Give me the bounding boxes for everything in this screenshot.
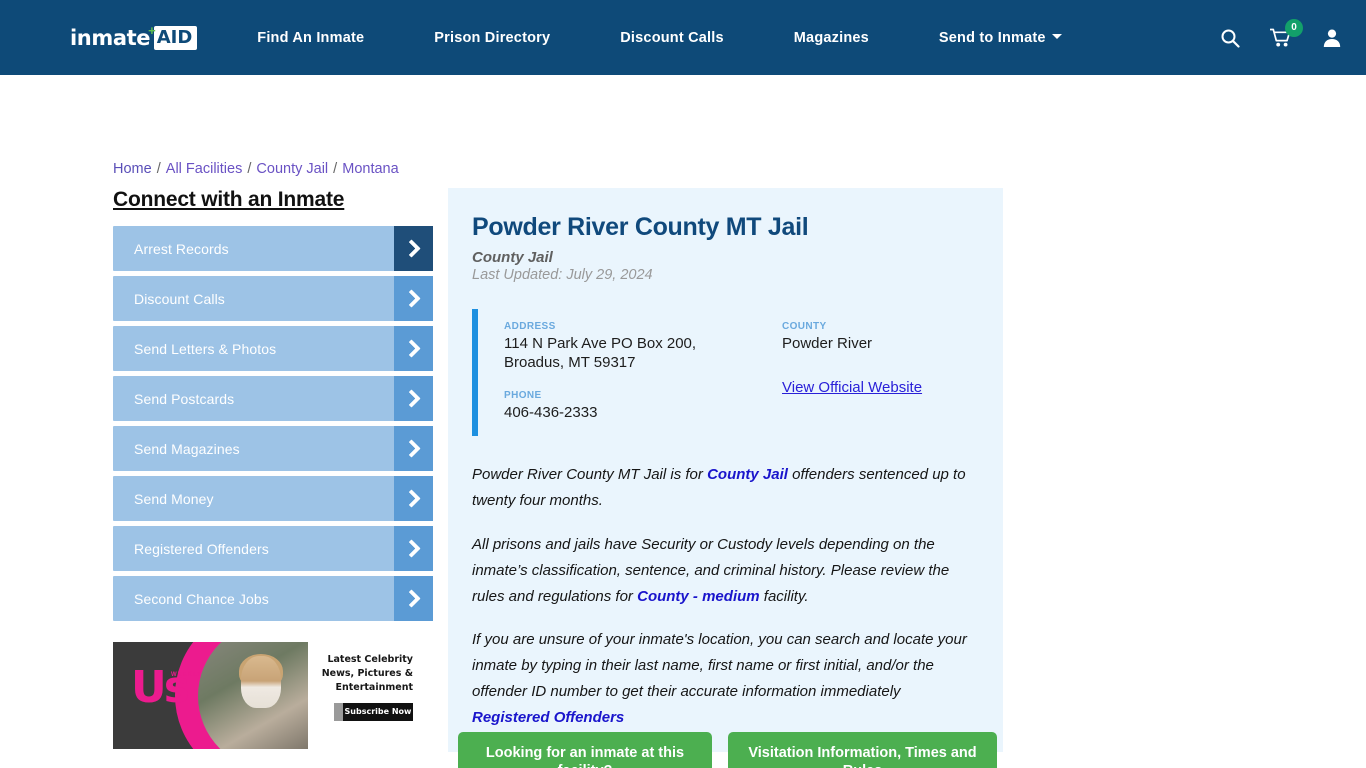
- county-value: Powder River: [782, 334, 873, 352]
- ad-brand-sublabel: WEEKLY: [171, 672, 203, 678]
- sidebar-item-send-letters-photos[interactable]: Send Letters & Photos: [113, 326, 433, 371]
- facility-card: Powder River County MT Jail County Jail …: [448, 188, 1003, 753]
- ad-copy: Latest Celebrity News, Pictures & Entert…: [308, 642, 420, 749]
- nav-label: Prison Directory: [434, 29, 551, 46]
- chevron-right-icon: [394, 226, 433, 271]
- facility-info-wrap: ADDRESS 114 N Park Ave PO Box 200, Broad…: [448, 308, 1003, 437]
- facility-type: County Jail: [472, 248, 553, 266]
- facility-action-buttons: Looking for an inmate at this facility? …: [458, 732, 997, 768]
- phone-label: PHONE: [504, 390, 542, 402]
- logo-aid-badge: AID: [153, 25, 198, 50]
- facility-description: Powder River County MT Jail is for Count…: [448, 462, 1003, 730]
- user-account-icon[interactable]: [1322, 28, 1342, 48]
- address-line-1: 114 N Park Ave PO Box 200,: [504, 334, 697, 352]
- breadcrumb-item-county-jail[interactable]: County Jail: [256, 161, 328, 177]
- sidebar-item-label: Send Postcards: [134, 390, 235, 407]
- sidebar-item-label: Send Letters & Photos: [134, 340, 277, 357]
- find-inmate-at-facility-button[interactable]: Looking for an inmate at this facility?: [458, 732, 712, 768]
- nav-item-find-an-inmate[interactable]: Find An Inmate: [257, 24, 364, 52]
- chevron-down-icon: [1051, 34, 1062, 40]
- nav-label: Discount Calls: [620, 29, 724, 46]
- sidebar-item-label: Arrest Records: [134, 240, 229, 257]
- page-title: Powder River County MT Jail: [472, 213, 809, 241]
- breadcrumb-item-montana[interactable]: Montana: [342, 161, 398, 177]
- phone-value: 406-436-2333: [504, 404, 598, 422]
- sidebar-item-second-chance-jobs[interactable]: Second Chance Jobs: [113, 576, 433, 621]
- sidebar-item-label: Send Magazines: [134, 440, 240, 457]
- ad-artwork: Us WEEKLY: [113, 642, 309, 749]
- sidebar-item-registered-offenders[interactable]: Registered Offenders: [113, 526, 433, 571]
- breadcrumb-separator: /: [152, 161, 165, 177]
- address-value: 114 N Park Ave PO Box 200, Broadus, MT 5…: [504, 334, 782, 372]
- sidebar-item-label: Registered Offenders: [134, 540, 269, 557]
- description-paragraph-1: Powder River County MT Jail is for Count…: [472, 462, 979, 514]
- ad-person-figure: [241, 656, 281, 708]
- advertisement-banner[interactable]: Us WEEKLY Latest Celebrity News, Picture…: [113, 642, 420, 749]
- nav-item-discount-calls[interactable]: Discount Calls: [620, 24, 724, 52]
- chevron-right-icon: [394, 576, 433, 621]
- facility-info-left-column: ADDRESS 114 N Park Ave PO Box 200, Broad…: [504, 321, 782, 423]
- nav-label: Magazines: [793, 29, 869, 46]
- description-paragraph-2: All prisons and jails have Security or C…: [472, 532, 979, 609]
- sidebar-item-label: Second Chance Jobs: [134, 590, 269, 607]
- logo-wordmark: inmate: [70, 25, 151, 50]
- breadcrumb: Home / All Facilities / County Jail / Mo…: [113, 161, 399, 177]
- county-label: COUNTY: [782, 320, 827, 332]
- sidebar-item-label: Send Money: [134, 490, 214, 507]
- logo-plus-icon: +: [148, 23, 156, 38]
- visitation-info-button[interactable]: Visitation Information, Times and Rules: [728, 732, 997, 768]
- nav-item-magazines[interactable]: Magazines: [794, 24, 869, 52]
- paragraph-2-text-b: facility.: [759, 587, 809, 605]
- breadcrumb-item-home[interactable]: Home: [113, 161, 152, 177]
- address-label: ADDRESS: [504, 320, 556, 332]
- site-logo[interactable]: inmate + AID: [70, 23, 198, 53]
- breadcrumb-separator: /: [329, 161, 342, 177]
- facility-info-block: ADDRESS 114 N Park Ave PO Box 200, Broad…: [472, 308, 979, 437]
- sidebar-title: Connect with an Inmate: [113, 188, 345, 211]
- ad-headline-line2: News, Pictures &: [321, 667, 413, 679]
- breadcrumb-item-all-facilities[interactable]: All Facilities: [166, 161, 243, 177]
- main-navigation: Find An Inmate Prison Directory Discount…: [257, 24, 1220, 52]
- ad-headline-line3: Entertainment: [335, 681, 413, 693]
- nav-label: Send to Inmate: [938, 29, 1046, 46]
- facility-header: Powder River County MT Jail County Jail …: [448, 213, 1003, 283]
- chevron-right-icon: [394, 526, 433, 571]
- nav-item-prison-directory[interactable]: Prison Directory: [434, 24, 550, 52]
- sidebar-item-discount-calls[interactable]: Discount Calls: [113, 276, 433, 321]
- chevron-right-icon: [394, 376, 433, 421]
- ad-subscribe-button[interactable]: Subscribe Now: [334, 703, 413, 722]
- breadcrumb-separator: /: [243, 161, 256, 177]
- sidebar-item-send-magazines[interactable]: Send Magazines: [113, 426, 433, 471]
- chevron-right-icon: [394, 326, 433, 371]
- address-line-2: Broadus, MT 59317: [504, 353, 636, 371]
- cart-count-badge: 0: [1285, 18, 1303, 37]
- header-icon-group: 0: [1220, 18, 1342, 48]
- sidebar-item-label: Discount Calls: [134, 290, 225, 307]
- search-icon[interactable]: [1220, 28, 1240, 48]
- county-medium-link[interactable]: County - medium: [637, 588, 760, 605]
- nav-item-send-to-inmate[interactable]: Send to Inmate: [939, 24, 1062, 52]
- county-jail-link[interactable]: County Jail: [707, 466, 788, 483]
- sidebar-item-send-postcards[interactable]: Send Postcards: [113, 376, 433, 421]
- sidebar-item-arrest-records[interactable]: Arrest Records: [113, 226, 433, 271]
- chevron-right-icon: [394, 276, 433, 321]
- description-paragraph-3: If you are unsure of your inmate's locat…: [472, 627, 979, 730]
- site-header: inmate + AID Find An Inmate Prison Direc…: [0, 0, 1366, 75]
- paragraph-3-text-a: If you are unsure of your inmate's locat…: [472, 631, 967, 700]
- chevron-right-icon: [394, 476, 433, 521]
- registered-offenders-link[interactable]: Registered Offenders: [472, 709, 624, 726]
- cart-icon[interactable]: 0: [1270, 18, 1303, 48]
- sidebar-item-send-money[interactable]: Send Money: [113, 476, 433, 521]
- paragraph-1-text-a: Powder River County MT Jail is for: [472, 466, 708, 484]
- ad-headline-line1: Latest Celebrity: [327, 654, 413, 665]
- facility-info-right-column: COUNTY Powder River View Official Websit…: [782, 321, 922, 423]
- nav-label: Find An Inmate: [257, 29, 365, 46]
- sidebar: Connect with an Inmate Arrest Records Di…: [113, 188, 433, 626]
- official-website-link[interactable]: View Official Website: [782, 379, 922, 396]
- chevron-right-icon: [394, 426, 433, 471]
- last-updated: Last Updated: July 29, 2024: [472, 266, 653, 283]
